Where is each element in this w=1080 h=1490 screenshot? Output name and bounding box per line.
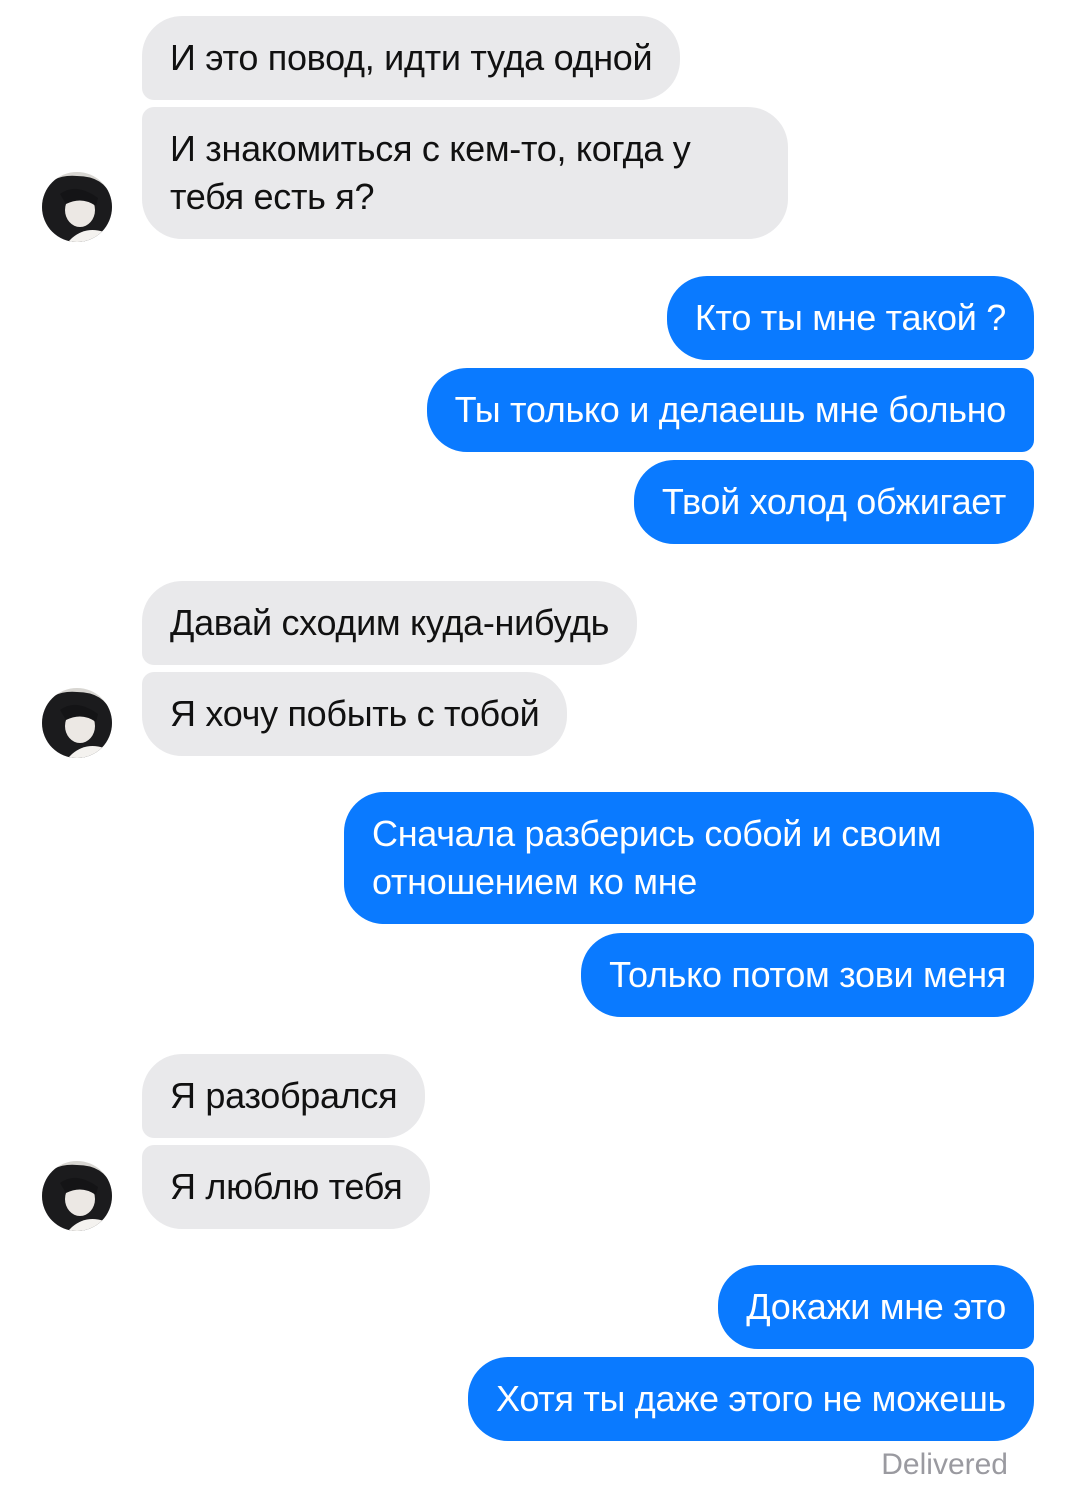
outgoing-message[interactable]: Сначала разберись собой и своим отношени… bbox=[344, 792, 1034, 924]
incoming-message[interactable]: И это повод, идти туда одной bbox=[142, 16, 681, 100]
outgoing-message[interactable]: Твой холод обжигает bbox=[633, 460, 1034, 544]
contact-avatar-icon[interactable] bbox=[42, 172, 112, 242]
message-text: Я разобрался bbox=[170, 1075, 398, 1116]
message-text: И знакомиться с кем-то, когда у тебя ест… bbox=[170, 128, 691, 217]
incoming-message[interactable]: Я люблю тебя bbox=[142, 1145, 431, 1229]
contact-avatar-icon[interactable] bbox=[42, 688, 112, 758]
incoming-message[interactable]: И знакомиться с кем-то, когда у тебя ест… bbox=[142, 107, 788, 239]
message-text: Я хочу побыть с тобой bbox=[170, 693, 540, 734]
message-text: Только потом зови меня bbox=[609, 954, 1006, 995]
delivery-status: Delivered bbox=[881, 1448, 1008, 1481]
outgoing-message[interactable]: Докажи мне это bbox=[718, 1265, 1034, 1349]
message-text: Ты только и делаешь мне больно bbox=[454, 389, 1007, 430]
message-text: Кто ты мне такой ? bbox=[694, 297, 1006, 338]
incoming-message[interactable]: Давай сходим куда-нибудь bbox=[142, 581, 638, 665]
outgoing-message[interactable]: Только потом зови меня bbox=[581, 933, 1034, 1017]
message-text: Твой холод обжигает bbox=[661, 481, 1006, 522]
message-text: Сначала разберись собой и своим отношени… bbox=[372, 813, 942, 902]
message-text: Я люблю тебя bbox=[170, 1166, 403, 1207]
outgoing-message[interactable]: Хотя ты даже этого не можешь bbox=[468, 1357, 1034, 1441]
message-text: Давай сходим куда-нибудь bbox=[170, 602, 610, 643]
contact-avatar-icon[interactable] bbox=[42, 1161, 112, 1231]
incoming-message[interactable]: Я разобрался bbox=[142, 1054, 426, 1138]
outgoing-message[interactable]: Ты только и делаешь мне больно bbox=[426, 368, 1034, 452]
message-text: Хотя ты даже этого не можешь bbox=[496, 1378, 1006, 1419]
message-text: Докажи мне это bbox=[746, 1286, 1006, 1327]
incoming-message[interactable]: Я хочу побыть с тобой bbox=[142, 672, 568, 756]
outgoing-message[interactable]: Кто ты мне такой ? bbox=[666, 276, 1034, 360]
message-text: И это повод, идти туда одной bbox=[170, 37, 653, 78]
